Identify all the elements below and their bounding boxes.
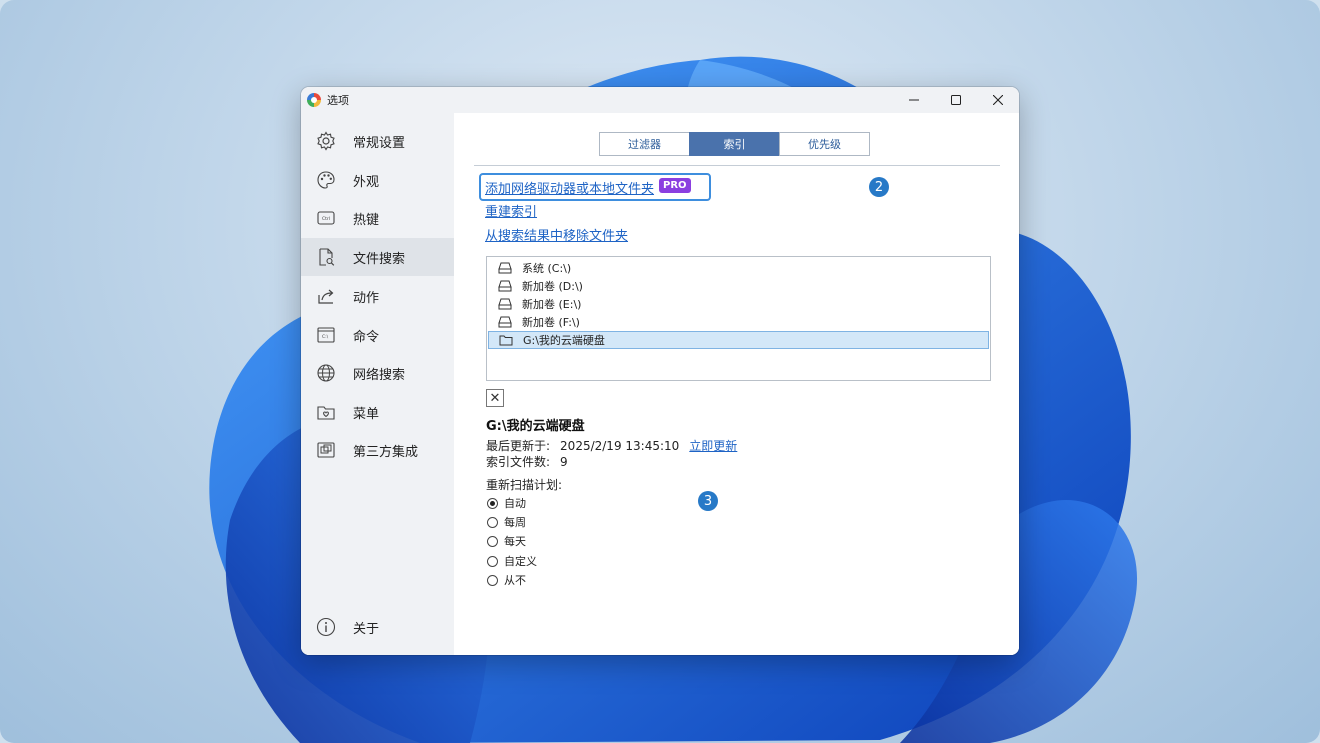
- radio-label: 自动: [504, 497, 526, 510]
- indexed-locations-list[interactable]: 系统 (C:\) 新加卷 (D:\) 新加卷 (E:\) 新加卷 (F:\) G…: [486, 256, 991, 381]
- radio-label: 自定义: [504, 555, 537, 568]
- app-logo-icon: [307, 93, 321, 107]
- radio-daily[interactable]: 每天: [487, 533, 526, 549]
- sidebar: 常规设置 外观 Ctrl 热键 文件搜索 动作 C:\ 命令 网络搜索 菜单 第…: [301, 113, 454, 655]
- sidebar-item-label: 命令: [353, 329, 380, 345]
- minimize-icon: [909, 99, 919, 101]
- keyboard-key-icon: Ctrl: [315, 207, 337, 229]
- drive-label: 新加卷 (F:\): [522, 316, 580, 329]
- sidebar-item-hotkeys[interactable]: Ctrl 热键: [301, 199, 454, 237]
- remove-location-button[interactable]: ✕: [486, 389, 504, 407]
- tab-strip: 过滤器 索引 优先级: [599, 132, 870, 156]
- tab-index[interactable]: 索引: [689, 132, 780, 156]
- sidebar-item-commands[interactable]: C:\ 命令: [301, 316, 454, 354]
- list-item[interactable]: 新加卷 (E:\): [488, 295, 989, 313]
- drive-icon: [498, 298, 512, 310]
- radio-button[interactable]: [487, 574, 498, 586]
- sidebar-item-file-search[interactable]: 文件搜索: [301, 238, 454, 276]
- radio-weekly[interactable]: 每周: [487, 514, 526, 530]
- indexed-count-row: 索引文件数: 9: [486, 453, 568, 470]
- list-item[interactable]: 新加卷 (D:\): [488, 277, 989, 295]
- integration-icon: [315, 439, 337, 461]
- options-window: 选项 常规设置 外观 Ctrl 热键 文件搜索 动作 C:\ 命令 网络搜索 菜…: [301, 87, 1019, 655]
- indexed-count-value: 9: [560, 455, 568, 469]
- minimize-button[interactable]: [893, 87, 935, 113]
- svg-text:Ctrl: Ctrl: [322, 216, 330, 222]
- sidebar-item-general[interactable]: 常规设置: [301, 122, 454, 160]
- maximize-icon: [951, 95, 961, 105]
- list-item[interactable]: 新加卷 (F:\): [488, 313, 989, 331]
- sidebar-item-integrations[interactable]: 第三方集成: [301, 431, 454, 469]
- palette-icon: [315, 169, 337, 191]
- radio-never[interactable]: 从不: [487, 572, 526, 588]
- radio-label: 从不: [504, 574, 526, 587]
- drive-icon: [498, 316, 512, 328]
- remove-folder-link[interactable]: 从搜索结果中移除文件夹: [485, 225, 628, 244]
- sidebar-item-menu[interactable]: 菜单: [301, 393, 454, 431]
- info-icon: [315, 616, 337, 638]
- title-bar[interactable]: 选项: [301, 87, 1019, 113]
- tab-filters[interactable]: 过滤器: [599, 132, 690, 156]
- sidebar-item-actions[interactable]: 动作: [301, 277, 454, 315]
- drive-label: G:\我的云端硬盘: [523, 334, 605, 347]
- last-updated-value: 2025/2/19 13:45:10: [560, 439, 680, 453]
- sidebar-item-label: 动作: [353, 290, 380, 306]
- sidebar-item-label: 常规设置: [353, 135, 406, 151]
- command-prompt-icon: C:\: [315, 324, 337, 346]
- svg-text:C:\: C:\: [322, 334, 329, 340]
- file-search-icon: [315, 246, 337, 268]
- radio-button[interactable]: [487, 535, 498, 547]
- gear-icon: [315, 130, 337, 152]
- radio-custom[interactable]: 自定义: [487, 553, 537, 569]
- close-button[interactable]: [977, 87, 1019, 113]
- drive-label: 新加卷 (D:\): [522, 280, 583, 293]
- window-controls: [893, 87, 1019, 113]
- drive-label: 新加卷 (E:\): [522, 298, 582, 311]
- pro-badge: PRO: [659, 178, 691, 193]
- menu-folder-icon: [315, 401, 337, 423]
- sidebar-item-label: 关于: [353, 621, 380, 637]
- folder-icon: [499, 335, 513, 346]
- sidebar-item-label: 外观: [353, 174, 380, 190]
- last-updated-row: 最后更新于: 2025/2/19 13:45:10 立即更新: [486, 437, 737, 454]
- list-item[interactable]: 系统 (C:\): [488, 259, 989, 277]
- update-now-link[interactable]: 立即更新: [689, 439, 737, 453]
- globe-icon: [315, 362, 337, 384]
- callout-3: 3: [698, 491, 718, 511]
- list-item-selected[interactable]: G:\我的云端硬盘: [488, 331, 989, 349]
- content-panel: 过滤器 索引 优先级 添加网络驱动器或本地文件夹 PRO 2 重建索引 从搜索结…: [454, 113, 1019, 655]
- sidebar-item-web-search[interactable]: 网络搜索: [301, 354, 454, 392]
- radio-label: 每天: [504, 535, 526, 548]
- sidebar-item-label: 热键: [353, 212, 380, 228]
- tab-priority[interactable]: 优先级: [779, 132, 870, 156]
- sidebar-item-label: 网络搜索: [353, 367, 406, 383]
- drive-label: 系统 (C:\): [522, 262, 572, 275]
- tab-divider: [474, 165, 1000, 166]
- sidebar-item-label: 菜单: [353, 406, 380, 422]
- callout-2: 2: [869, 177, 889, 197]
- window-title: 选项: [327, 94, 349, 107]
- drive-icon: [498, 262, 512, 274]
- rescan-label: 重新扫描计划:: [486, 478, 563, 492]
- drive-icon: [498, 280, 512, 292]
- sidebar-item-about[interactable]: 关于: [301, 608, 454, 646]
- sidebar-item-label: 第三方集成: [353, 444, 419, 460]
- add-drive-link[interactable]: 添加网络驱动器或本地文件夹: [485, 178, 654, 197]
- selected-folder-title: G:\我的云端硬盘: [486, 419, 585, 434]
- radio-button[interactable]: [487, 497, 498, 509]
- last-updated-label: 最后更新于:: [486, 439, 551, 453]
- radio-button[interactable]: [487, 516, 498, 528]
- sidebar-item-appearance[interactable]: 外观: [301, 161, 454, 199]
- maximize-button[interactable]: [935, 87, 977, 113]
- indexed-count-label: 索引文件数:: [486, 455, 551, 469]
- rebuild-index-link[interactable]: 重建索引: [485, 201, 537, 220]
- close-icon: [993, 95, 1003, 105]
- radio-label: 每周: [504, 516, 526, 529]
- radio-button[interactable]: [487, 555, 498, 567]
- radio-auto[interactable]: 自动: [487, 495, 526, 511]
- share-arrow-icon: [315, 285, 337, 307]
- sidebar-item-label: 文件搜索: [353, 251, 406, 267]
